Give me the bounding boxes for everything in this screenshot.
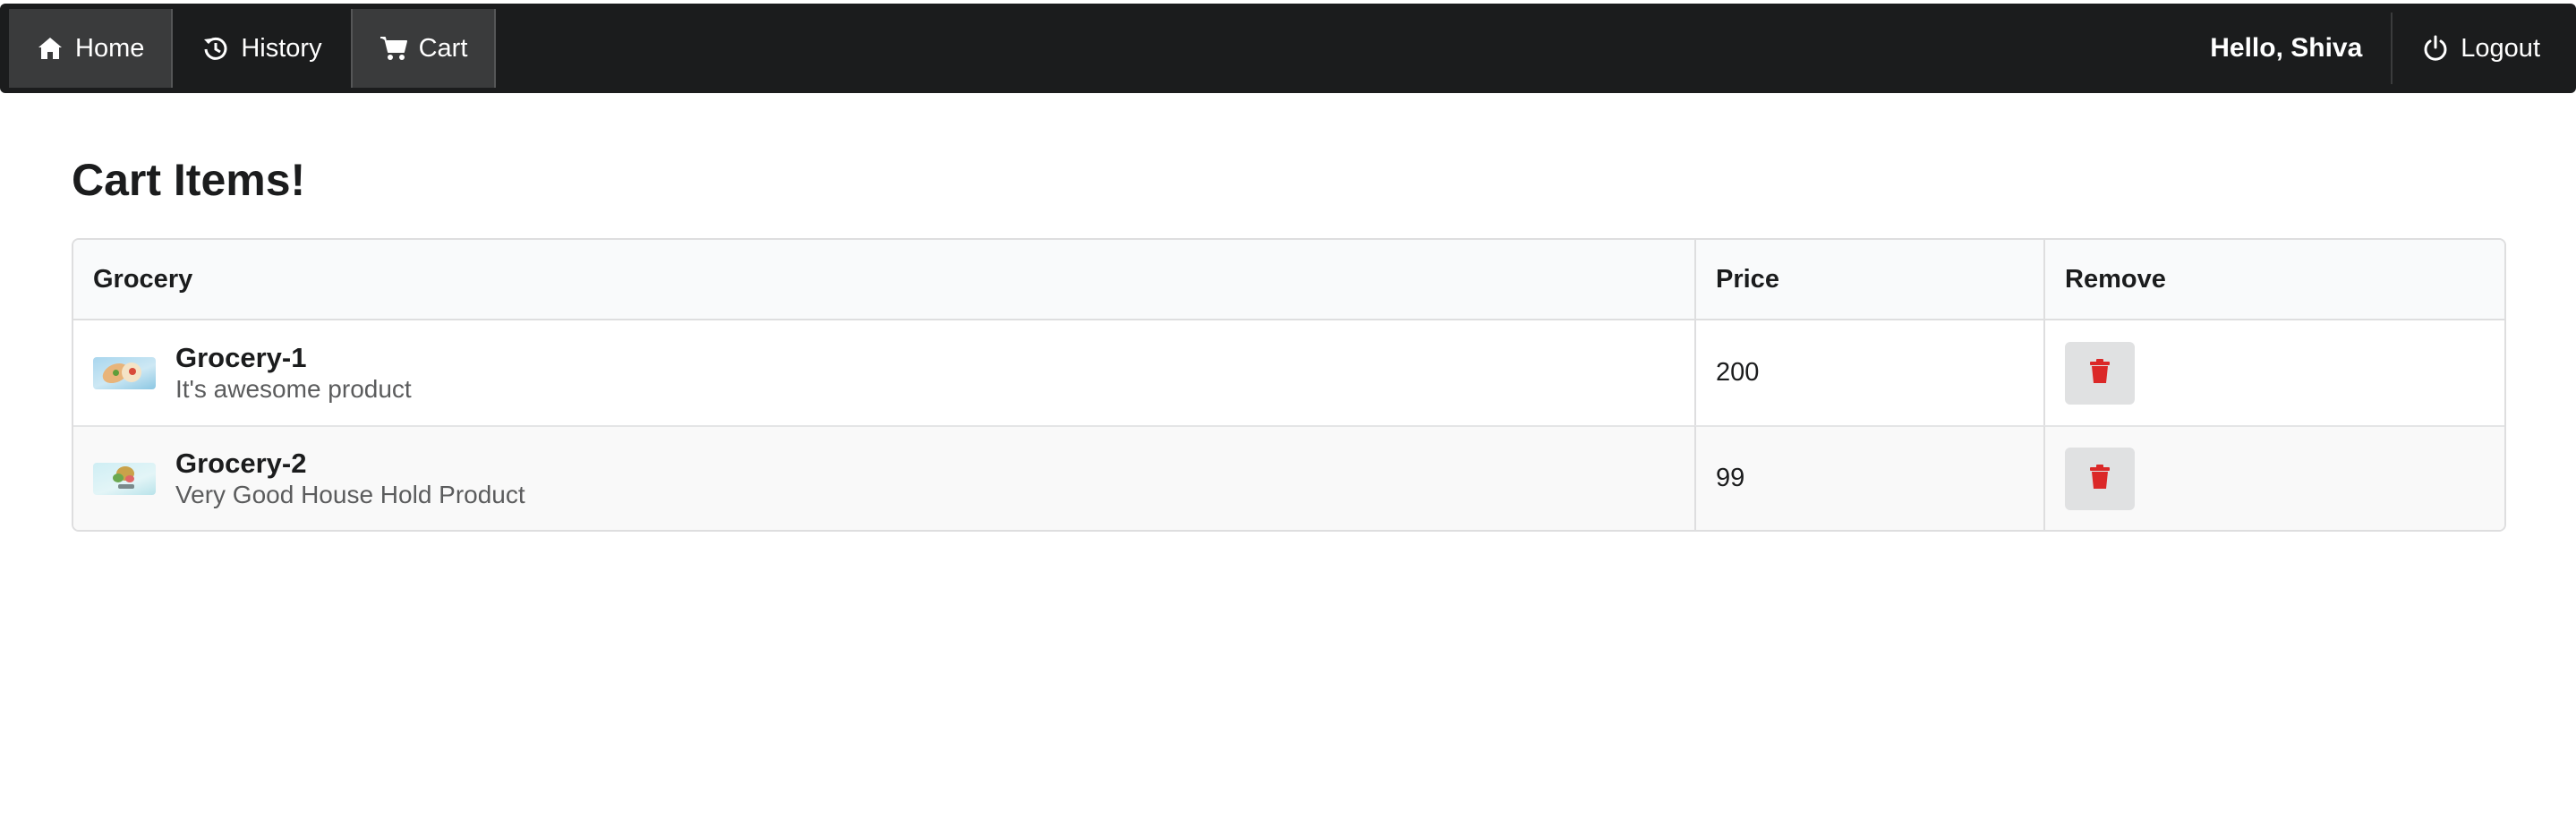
- product-thumbnail: [93, 356, 156, 389]
- home-icon: [36, 34, 64, 63]
- cart-icon: [380, 34, 408, 63]
- remove-button[interactable]: [2065, 341, 2135, 405]
- header-grocery: Grocery: [73, 240, 1694, 320]
- nav-home-label: Home: [75, 33, 145, 63]
- top-navbar: Home History Cart Hello, Shiva Logout: [0, 4, 2576, 93]
- product-name: Grocery-1: [175, 342, 307, 374]
- table-header-row: Grocery Price Remove: [73, 240, 2504, 320]
- cart-table: Grocery Price Remove Grocery-1 It's awes…: [72, 238, 2506, 532]
- product-description: It's awesome product: [175, 375, 412, 404]
- nav-home[interactable]: Home: [9, 9, 174, 88]
- trash-icon: [2089, 359, 2111, 387]
- page-title: Cart Items!: [72, 155, 306, 205]
- price-cell: 99: [1694, 425, 2043, 530]
- trash-icon: [2089, 465, 2111, 492]
- remove-button[interactable]: [2065, 447, 2135, 510]
- header-price: Price: [1694, 240, 2043, 320]
- remove-cell: [2043, 425, 2504, 530]
- logout-label: Logout: [2461, 33, 2540, 63]
- product-thumbnail: [93, 462, 156, 495]
- product-name: Grocery-2: [175, 448, 307, 480]
- nav-history-label: History: [241, 33, 322, 63]
- price-cell: 200: [1694, 320, 2043, 425]
- nav-cart-label: Cart: [418, 33, 468, 63]
- table-row: Grocery-1 It's awesome product 200: [73, 320, 2504, 425]
- grocery-cell: Grocery-1 It's awesome product: [73, 320, 1694, 425]
- product-description: Very Good House Hold Product: [175, 481, 525, 509]
- remove-cell: [2043, 320, 2504, 425]
- grocery-cell: Grocery-2 Very Good House Hold Product: [73, 425, 1694, 530]
- power-icon: [2421, 34, 2450, 63]
- user-greeting: Hello, Shiva: [2210, 33, 2363, 63]
- table-row: Grocery-2 Very Good House Hold Product 9…: [73, 425, 2504, 530]
- header-remove: Remove: [2043, 240, 2504, 320]
- history-icon: [201, 34, 230, 63]
- nav-history[interactable]: History: [173, 9, 350, 88]
- nav-cart[interactable]: Cart: [350, 9, 497, 88]
- logout-button[interactable]: Logout: [2393, 9, 2576, 88]
